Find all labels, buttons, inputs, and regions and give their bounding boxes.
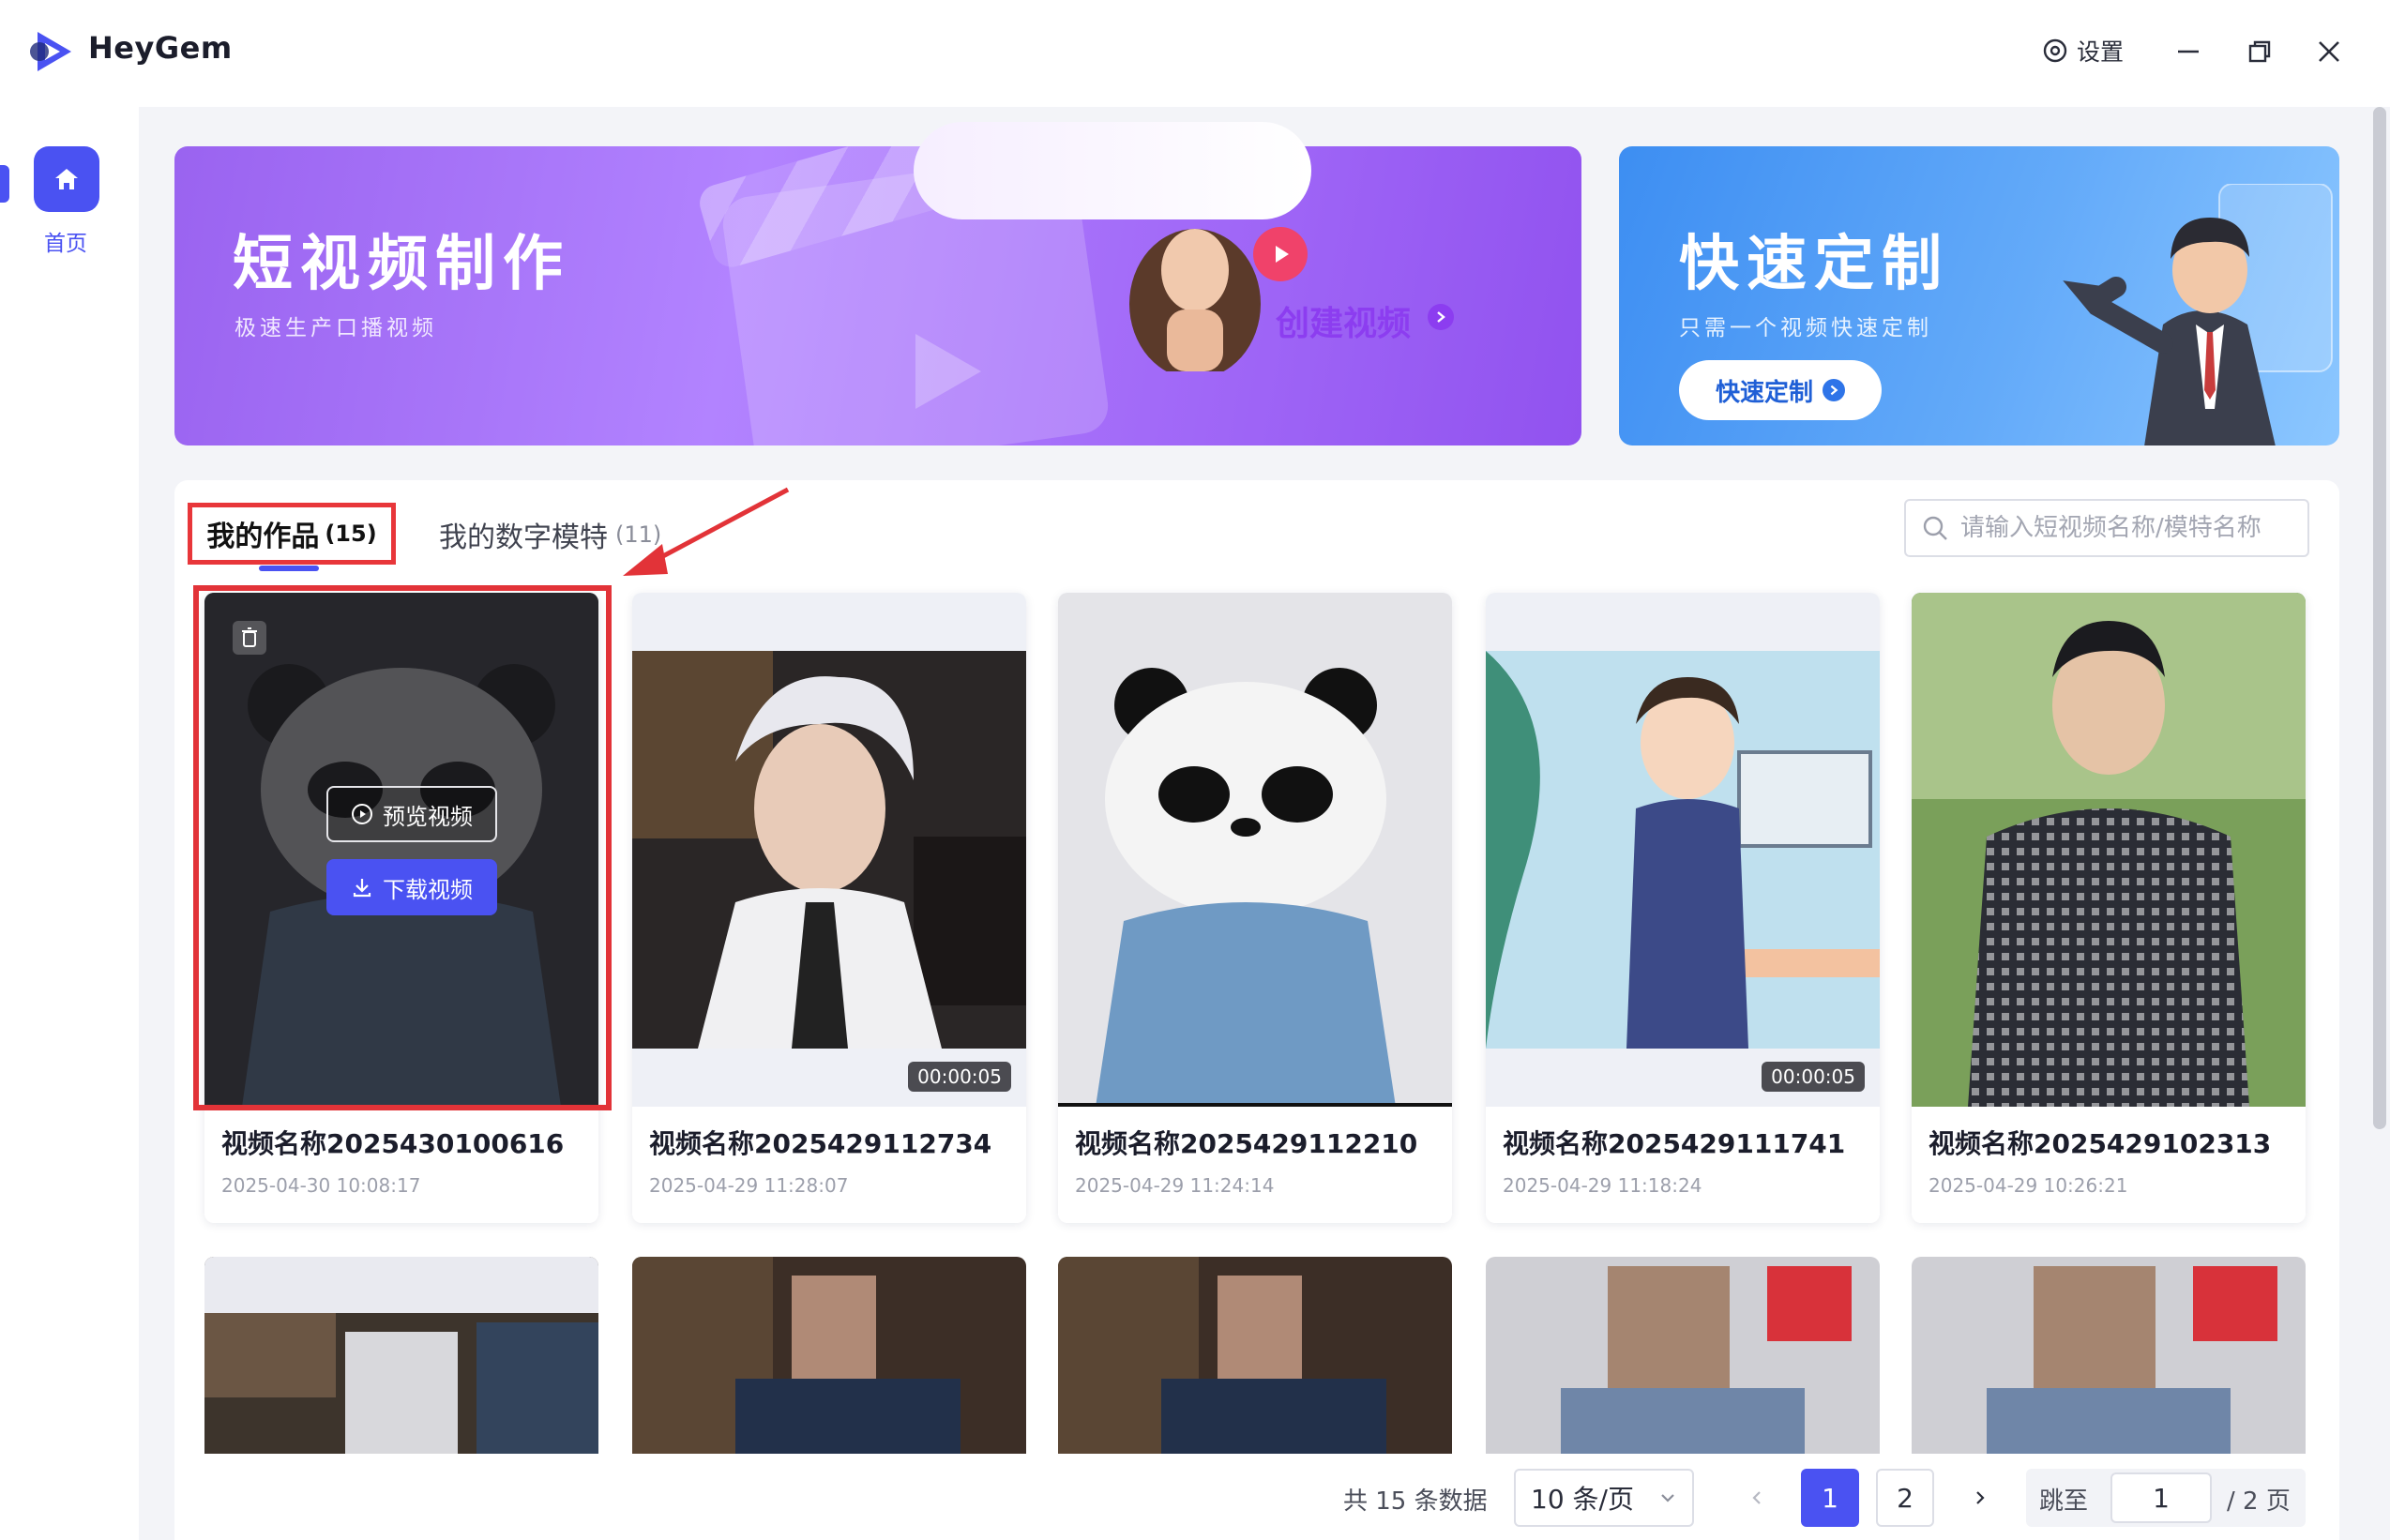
annotation-arrow-icon [623,487,790,576]
video-title: 视频名称2025429112734 [649,1128,992,1159]
next-page-button[interactable] [1951,1469,2009,1527]
chevron-right-icon [1976,1491,1985,1504]
pixelated-thumbnail-icon [204,1257,598,1454]
duration-badge: 00:00:05 [908,1062,1011,1092]
tab-label: 我的作品 [206,521,320,553]
video-thumbnail[interactable]: 00:00:05 [632,593,1026,1107]
restore-button[interactable] [2236,28,2283,75]
total-pages: / 2 页 [2227,1487,2291,1516]
search-icon [1923,516,1947,540]
video-card[interactable]: 00:00:05 视频名称2025429112734 2025-04-29 11… [632,593,1026,1223]
sidebar: 首页 [0,107,139,1540]
page-button-2[interactable]: 2 [1876,1469,1934,1527]
video-thumbnail[interactable]: 00:00:05 [1486,593,1880,1107]
minimize-button[interactable] [2165,28,2212,75]
pixelated-thumbnail-icon [1058,1257,1386,1454]
banner-title: 快速定制 [1679,230,1949,299]
video-card[interactable]: 00:00:05 视频名称2025429111741 2025-04-29 11… [1486,593,1880,1223]
video-card[interactable] [1912,1257,2306,1454]
pixelated-thumbnail-icon [1987,1266,2277,1454]
quick-custom-label: 快速定制 [1715,378,1813,407]
pixelated-thumbnail-icon [1561,1266,1852,1454]
search-box[interactable] [1904,499,2309,557]
close-button[interactable] [2306,28,2352,75]
search-input[interactable] [1960,514,2298,542]
video-title: 视频名称2025429102313 [1929,1128,2272,1159]
tab-label: 我的数字模特 [439,521,608,554]
video-title: 视频名称2025430100616 [221,1128,565,1159]
video-title: 视频名称2025429111741 [1503,1128,1846,1159]
selection-highlight [193,585,612,1110]
video-date: 2025-04-29 11:28:07 [649,1174,849,1197]
video-date: 2025-04-29 11:24:14 [1075,1174,1275,1197]
settings-button[interactable]: 设置 [2041,34,2124,68]
arrow-right-icon [1823,379,1845,401]
tab-my-works[interactable]: 我的作品 (15) [188,503,396,565]
banner-title: 短视频制作 [233,230,570,299]
close-icon [2319,41,2339,62]
quick-custom-banner: 快速定制 只需一个视频快速定制 快速定制 [1619,146,2339,445]
man-white-hair-thumbnail-icon [632,651,1026,1049]
video-thumbnail[interactable] [1058,593,1452,1107]
panda-thumbnail-icon [1058,668,1452,1107]
video-card[interactable] [204,1257,598,1454]
pixelated-thumbnail-icon [632,1257,961,1454]
app-name: HeyGem [88,30,233,66]
active-tab-indicator [259,566,319,571]
scrollbar[interactable] [2373,107,2386,1129]
businessman-avatar-icon [2063,184,2333,445]
video-date: 2025-04-29 10:26:21 [1929,1174,2128,1197]
video-card[interactable] [1058,1257,1452,1454]
banner-subtitle: 只需一个视频快速定制 [1679,316,1932,340]
video-title: 视频名称2025429112210 [1075,1128,1418,1159]
chevron-left-icon [1752,1491,1761,1504]
sidebar-active-indicator [0,165,9,203]
restore-icon [2248,40,2271,63]
banner-subtitle: 极速生产口播视频 [234,316,437,340]
prev-page-button[interactable] [1728,1469,1786,1527]
sidebar-item-label: 首页 [44,232,87,256]
duration-badge: 00:00:05 [1762,1062,1865,1092]
settings-label: 设置 [2077,38,2125,66]
jump-page-input[interactable] [2110,1472,2212,1523]
sidebar-item-home[interactable] [34,146,99,212]
page-button-1[interactable]: 1 [1801,1469,1859,1527]
arrow-right-icon [1428,304,1454,330]
title-bar: HeyGem 设置 [0,0,2390,107]
page-size-select[interactable]: 10 条/页 [1514,1469,1694,1527]
gear-icon [2043,38,2067,63]
heygem-logo-icon [30,32,71,71]
jump-label: 跳至 [2039,1487,2089,1516]
woman-avatar-icon [1129,229,1261,371]
cartoon-office-thumbnail-icon [1486,651,1880,1049]
chevron-down-icon [1661,1494,1674,1502]
page-size-value: 10 条/页 [1531,1484,1634,1515]
video-date: 2025-04-29 11:18:24 [1503,1174,1702,1197]
home-icon [55,169,78,189]
video-card[interactable]: 视频名称2025429112210 2025-04-29 11:24:14 [1058,593,1452,1223]
video-thumbnail[interactable] [1912,593,2306,1107]
video-card[interactable]: 视频名称2025429102313 2025-04-29 10:26:21 [1912,593,2306,1223]
total-count: 共 15 条数据 [1343,1487,1488,1516]
play-badge-icon [1253,227,1308,281]
man-outdoor-thumbnail-icon [1912,593,2306,1107]
tab-count: (15) [325,521,377,547]
minimize-icon [2178,50,2199,53]
video-date: 2025-04-30 10:08:17 [221,1174,421,1197]
quick-custom-button[interactable]: 快速定制 [1679,360,1882,420]
create-video-label: 创建视频 [1276,305,1412,343]
video-card[interactable] [632,1257,1026,1454]
video-card[interactable] [1486,1257,1880,1454]
play-decoration-icon [915,334,981,409]
